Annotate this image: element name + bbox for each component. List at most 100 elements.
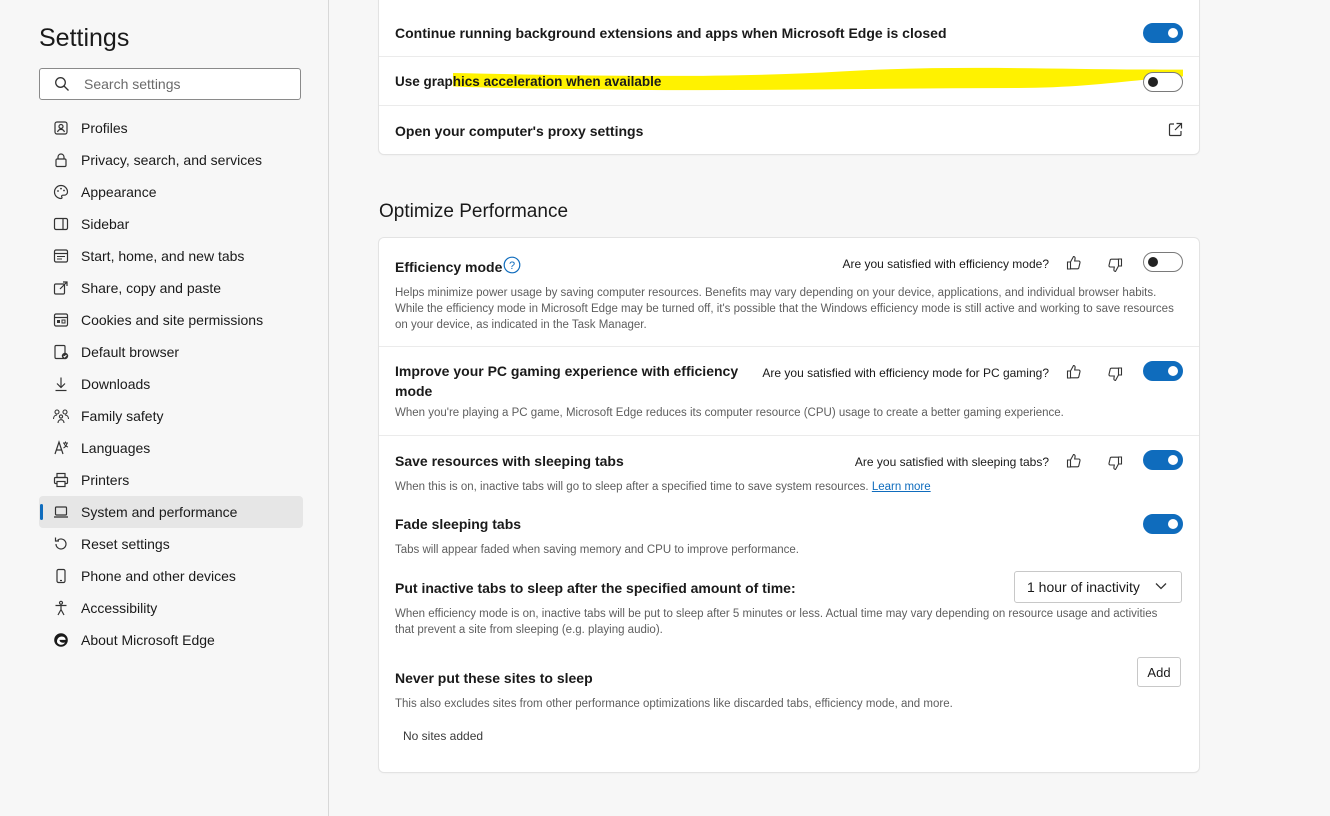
sidebar-item-label: Start, home, and new tabs xyxy=(81,248,245,264)
sidebar-item-label: About Microsoft Edge xyxy=(81,632,215,648)
sidebar-item-system[interactable]: System and performance xyxy=(39,496,303,528)
learn-more-link[interactable]: Learn more xyxy=(872,481,931,493)
gaming-title: Improve your PC gaming experience with e… xyxy=(395,363,739,399)
sidebar-item-family[interactable]: Family safety xyxy=(39,400,303,432)
fade-tabs-description: Tabs will appear faded when saving memor… xyxy=(395,544,799,556)
sidebar-item-label: Appearance xyxy=(81,184,157,200)
thumbs-down-icon[interactable] xyxy=(1106,256,1124,274)
graphics-acceleration-toggle[interactable] xyxy=(1143,72,1183,92)
proxy-settings-row[interactable]: Open your computer's proxy settings xyxy=(379,105,1199,154)
browser-icon xyxy=(51,342,71,362)
add-site-button[interactable]: Add xyxy=(1137,657,1181,687)
thumbs-up-icon[interactable] xyxy=(1065,452,1083,470)
sidebar-item-appearance[interactable]: Appearance xyxy=(39,176,303,208)
efficiency-mode-row: Efficiency mode ? Are you satisfied with… xyxy=(379,238,1199,346)
sidebar-item-downloads[interactable]: Downloads xyxy=(39,368,303,400)
settings-title: Settings xyxy=(39,24,130,52)
sidebar-item-label: Family safety xyxy=(81,408,164,424)
chevron-down-icon xyxy=(1155,583,1167,590)
sidebar-item-label: Default browser xyxy=(81,344,180,360)
sidebar-item-languages[interactable]: Languages xyxy=(39,432,303,464)
thumbs-down-icon[interactable] xyxy=(1106,454,1124,472)
sidebar-item-default-browser[interactable]: Default browser xyxy=(39,336,303,368)
gaming-description: When you're playing a PC game, Microsoft… xyxy=(395,407,1064,419)
language-icon xyxy=(51,438,71,458)
sleeping-tabs-title: Save resources with sleeping tabs xyxy=(395,453,624,469)
sleeping-tabs-description-text: When this is on, inactive tabs will go t… xyxy=(395,481,869,493)
svg-text:?: ? xyxy=(509,260,515,272)
sidebar-item-label: Printers xyxy=(81,472,130,488)
efficiency-mode-feedback-question: Are you satisfied with efficiency mode? xyxy=(842,257,1049,271)
sidebar-item-reset[interactable]: Reset settings xyxy=(39,528,303,560)
section-title-optimize-performance: Optimize Performance xyxy=(379,201,569,222)
download-icon xyxy=(51,374,71,394)
palette-icon xyxy=(51,182,71,202)
sidebar-item-label: Profiles xyxy=(81,120,128,136)
sidebar-item-label: Privacy, search, and services xyxy=(81,152,263,168)
thumbs-up-icon[interactable] xyxy=(1065,254,1083,272)
never-sleep-description: This also excludes sites from other perf… xyxy=(395,698,953,710)
profile-icon xyxy=(51,118,71,138)
never-sleep-title: Never put these sites to sleep xyxy=(395,670,593,686)
sidebar-item-share[interactable]: Share, copy and paste xyxy=(39,272,303,304)
fade-tabs-toggle[interactable] xyxy=(1143,514,1183,534)
gaming-row: Improve your PC gaming experience with e… xyxy=(379,346,1199,435)
sleeping-tabs-toggle[interactable] xyxy=(1143,450,1183,470)
sidebar-item-label: Sidebar xyxy=(81,216,130,232)
lock-icon xyxy=(51,150,71,170)
graphics-acceleration-row: Use graphics acceleration when available xyxy=(379,56,1199,105)
efficiency-mode-toggle[interactable] xyxy=(1143,252,1183,272)
accessibility-icon xyxy=(51,598,71,618)
sidebar-item-start-home[interactable]: Start, home, and new tabs xyxy=(39,240,303,272)
phone-icon xyxy=(51,566,71,586)
thumbs-down-icon[interactable] xyxy=(1106,365,1124,383)
sleeping-tabs-description: When this is on, inactive tabs will go t… xyxy=(395,479,1187,495)
gaming-feedback-question: Are you satisfied with efficiency mode f… xyxy=(762,366,1049,380)
fade-tabs-title: Fade sleeping tabs xyxy=(395,516,522,532)
background-apps-toggle[interactable] xyxy=(1143,23,1183,43)
sidebar-item-sidebar[interactable]: Sidebar xyxy=(39,208,303,240)
laptop-icon xyxy=(51,502,71,522)
sidebar-item-cookies[interactable]: Cookies and site permissions xyxy=(39,304,303,336)
proxy-settings-label: Open your computer's proxy settings xyxy=(395,123,644,139)
external-link-icon[interactable] xyxy=(1168,122,1183,137)
sidebar-item-label: Cookies and site permissions xyxy=(81,312,264,328)
inactive-sleep-dropdown[interactable]: 1 hour of inactivity xyxy=(1014,571,1182,603)
sidebar-item-label: Share, copy and paste xyxy=(81,280,222,296)
settings-main: Continue running background extensions a… xyxy=(329,0,1330,816)
sidebar-item-label: Languages xyxy=(81,440,151,456)
sidebar-item-profiles[interactable]: Profiles xyxy=(39,112,303,144)
background-apps-row: Continue running background extensions a… xyxy=(379,0,1199,56)
graphics-acceleration-label: Use graphics acceleration when available xyxy=(395,74,662,89)
cookie-icon xyxy=(51,310,71,330)
system-card: Continue running background extensions a… xyxy=(379,0,1199,154)
background-apps-label: Continue running background extensions a… xyxy=(395,25,947,41)
inactive-sleep-description: When efficiency mode is on, inactive tab… xyxy=(395,608,1158,636)
share-icon xyxy=(51,278,71,298)
sidebar-item-privacy[interactable]: Privacy, search, and services xyxy=(39,144,303,176)
sidebar-item-accessibility[interactable]: Accessibility xyxy=(39,592,303,624)
family-icon xyxy=(51,406,71,426)
thumbs-up-icon[interactable] xyxy=(1065,363,1083,381)
no-sites-added-text: No sites added xyxy=(403,729,484,743)
printer-icon xyxy=(51,470,71,490)
sidebar-item-about[interactable]: About Microsoft Edge xyxy=(39,624,303,656)
inactive-sleep-title: Put inactive tabs to sleep after the spe… xyxy=(395,580,796,596)
gaming-toggle[interactable] xyxy=(1143,361,1183,381)
sidebar-item-label: System and performance xyxy=(81,504,238,520)
search-box[interactable] xyxy=(39,68,301,100)
efficiency-mode-title: Efficiency mode xyxy=(395,259,503,275)
help-icon[interactable]: ? xyxy=(503,256,521,274)
sidebar-item-label: Reset settings xyxy=(81,536,170,552)
settings-nav: Profiles Privacy, search, and services A… xyxy=(39,112,303,656)
inactive-sleep-selected: 1 hour of inactivity xyxy=(1027,579,1140,595)
sidebar-item-label: Downloads xyxy=(81,376,151,392)
sidebar-item-printers[interactable]: Printers xyxy=(39,464,303,496)
sidebar-item-phone[interactable]: Phone and other devices xyxy=(39,560,303,592)
search-input[interactable] xyxy=(82,75,276,93)
performance-card: Efficiency mode ? Are you satisfied with… xyxy=(379,238,1199,772)
settings-sidebar: Settings Profiles Privacy, search, and s… xyxy=(0,0,329,816)
reset-icon xyxy=(51,534,71,554)
sidebar-item-label: Accessibility xyxy=(81,600,158,616)
sidebar-item-label: Phone and other devices xyxy=(81,568,236,584)
